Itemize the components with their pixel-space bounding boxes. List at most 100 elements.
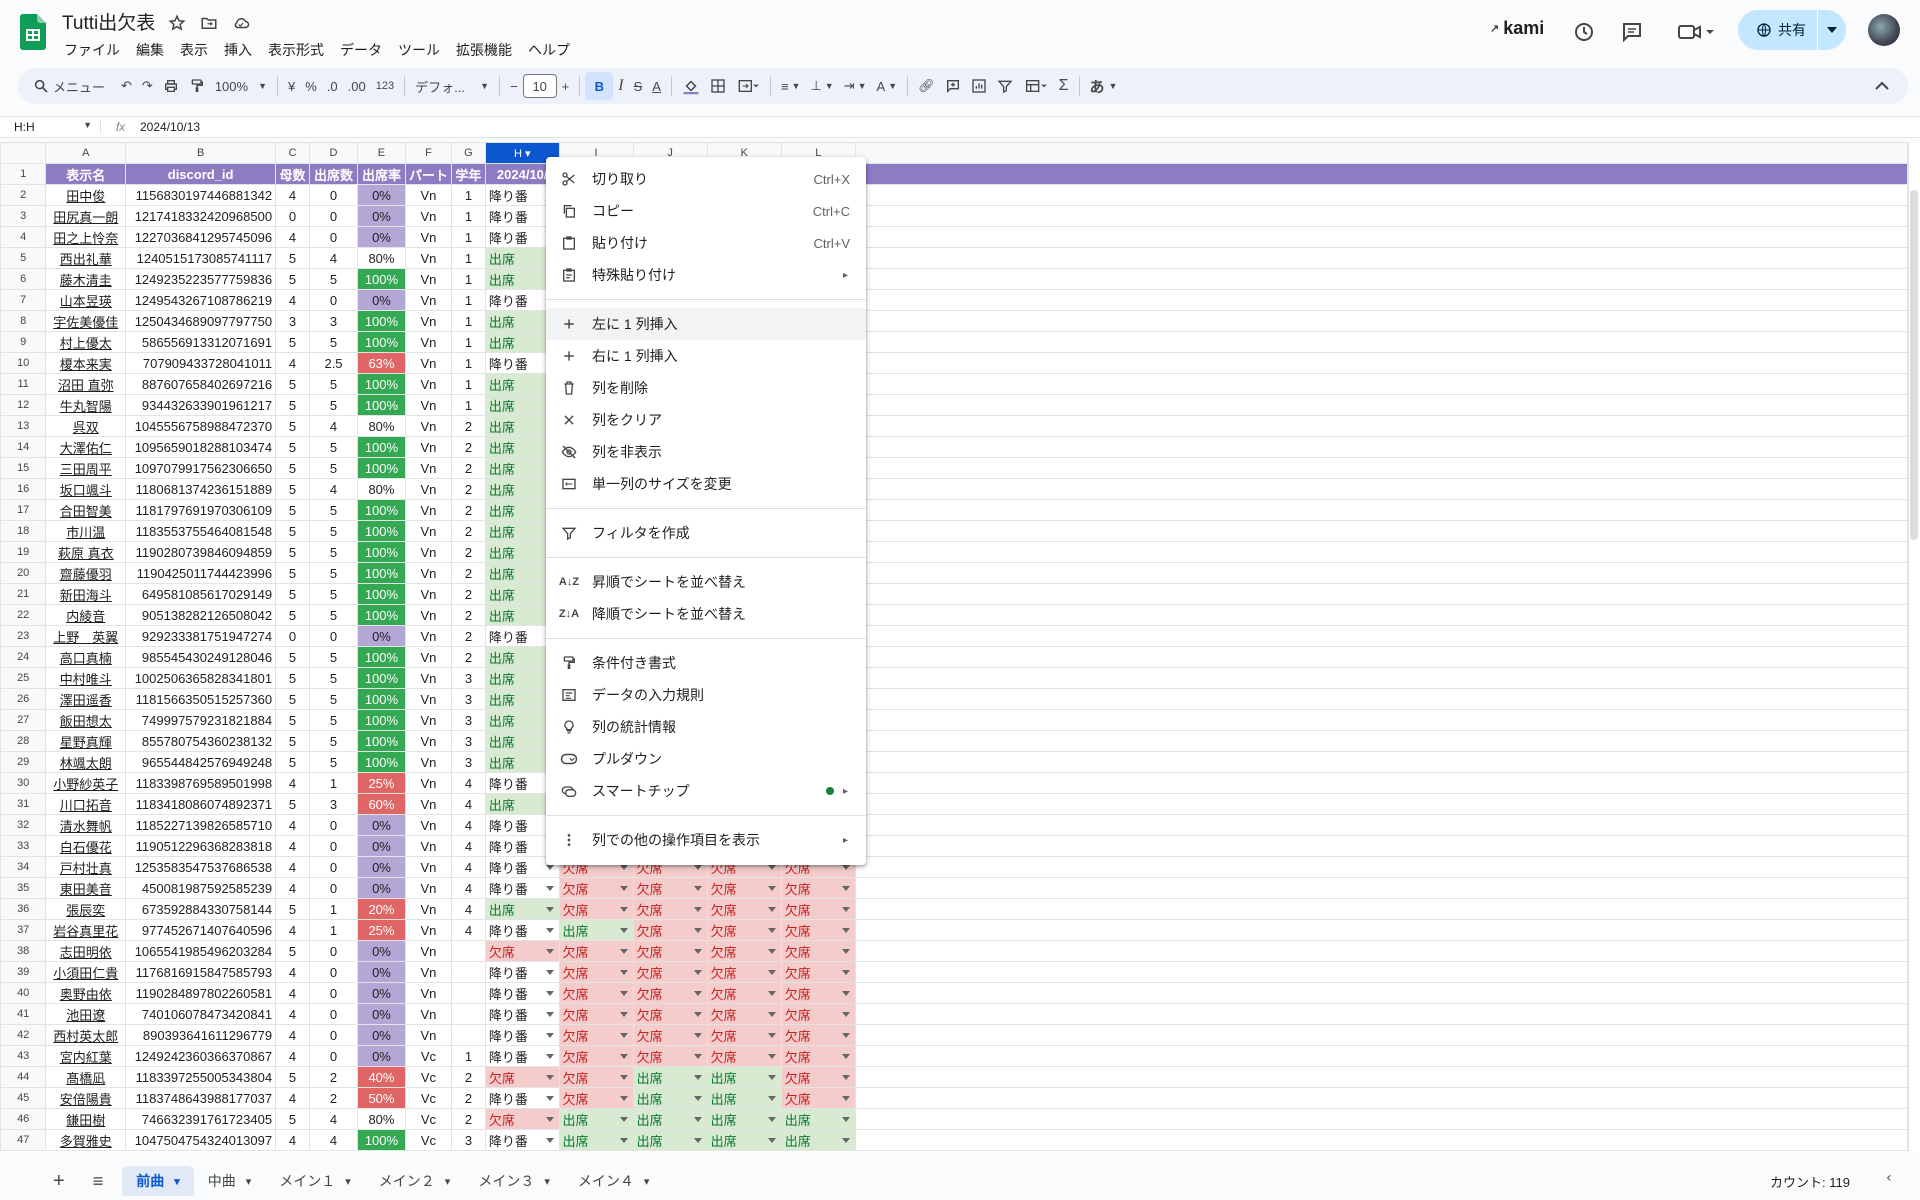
avatar[interactable] — [1868, 14, 1900, 46]
zoom-select[interactable]: 100% ▼ — [210, 72, 272, 100]
grade-cell[interactable]: 2 — [450, 457, 486, 479]
status-cell[interactable]: 欠席 — [706, 1003, 782, 1025]
part-cell[interactable]: Vn — [404, 415, 452, 437]
row-header[interactable]: 34 — [0, 856, 47, 878]
discord-id-cell[interactable]: 1176816915847585793 — [125, 961, 277, 983]
attendance-rate-cell[interactable]: 0% — [356, 814, 406, 836]
row-header[interactable]: 32 — [0, 814, 47, 836]
part-cell[interactable]: Vn — [404, 898, 452, 920]
part-cell[interactable]: Vn — [404, 247, 452, 269]
member-name-cell[interactable]: 沼田 直弥 — [45, 373, 127, 395]
status-cell[interactable]: 出席 — [558, 919, 634, 941]
part-cell[interactable]: Vc — [404, 1066, 452, 1088]
part-cell[interactable]: Vc — [404, 1129, 452, 1151]
attend-count-cell[interactable]: 5 — [309, 562, 358, 584]
discord-id-cell[interactable]: 1045556758988472370 — [125, 415, 277, 437]
part-cell[interactable]: Vn — [404, 835, 452, 857]
attendance-rate-cell[interactable]: 0% — [356, 1003, 406, 1025]
attend-count-cell[interactable]: 5 — [309, 436, 358, 458]
discord-id-cell[interactable]: 1190425011744423996 — [125, 562, 277, 584]
part-cell[interactable]: Vn — [404, 604, 452, 626]
status-cell[interactable]: 出席 — [558, 1129, 634, 1151]
member-name-cell[interactable]: 藤木清圭 — [45, 268, 127, 290]
row-header[interactable]: 42 — [0, 1024, 47, 1046]
total-count-cell[interactable]: 5 — [275, 541, 311, 563]
chevron-down-icon[interactable]: ▾ — [174, 1175, 180, 1188]
total-count-cell[interactable]: 5 — [275, 562, 311, 584]
part-cell[interactable]: Vn — [404, 184, 452, 206]
grade-cell[interactable]: 3 — [450, 751, 486, 773]
paint-format-icon[interactable] — [184, 72, 210, 100]
vertical-align-icon[interactable]: ⊥ ▼ — [805, 72, 838, 100]
row-header[interactable]: 41 — [0, 1003, 47, 1025]
total-count-cell[interactable]: 4 — [275, 814, 311, 836]
grade-cell[interactable]: 2 — [450, 415, 486, 437]
star-icon[interactable] — [166, 12, 188, 34]
member-name-cell[interactable]: 安倍陽貴 — [45, 1087, 127, 1109]
total-count-cell[interactable]: 4 — [275, 856, 311, 878]
status-cell[interactable]: 欠席 — [484, 1108, 560, 1130]
attendance-rate-cell[interactable]: 80% — [356, 247, 406, 269]
grade-cell[interactable]: 1 — [450, 394, 486, 416]
grade-cell[interactable]: 4 — [450, 772, 486, 794]
part-cell[interactable]: Vn — [404, 394, 452, 416]
menu-item-eye-off[interactable]: 列を非表示 — [546, 436, 866, 468]
status-cell[interactable]: 欠席 — [558, 1066, 634, 1088]
status-cell[interactable]: 欠席 — [558, 982, 634, 1004]
status-cell[interactable]: 降り番 — [484, 919, 560, 941]
status-cell[interactable]: 欠席 — [632, 919, 708, 941]
status-cell[interactable]: 欠席 — [780, 1087, 856, 1109]
functions-icon[interactable]: Σ — [1054, 72, 1074, 100]
member-name-cell[interactable]: 東田美音 — [45, 877, 127, 899]
total-count-cell[interactable]: 4 — [275, 289, 311, 311]
insert-chart-icon[interactable] — [966, 72, 992, 100]
member-name-cell[interactable]: 星野真輝 — [45, 730, 127, 752]
discord-id-cell[interactable]: 450081987592585239 — [125, 877, 277, 899]
attend-count-cell[interactable]: 0 — [309, 205, 358, 227]
part-cell[interactable]: Vn — [404, 772, 452, 794]
attendance-rate-cell[interactable]: 0% — [356, 856, 406, 878]
text-rotation-icon[interactable]: A ▼ — [872, 72, 903, 100]
discord-id-cell[interactable]: 1181566350515257360 — [125, 688, 277, 710]
part-cell[interactable]: Vn — [404, 793, 452, 815]
discord-id-cell[interactable]: 1095659018288103474 — [125, 436, 277, 458]
attendance-rate-cell[interactable]: 100% — [356, 562, 406, 584]
status-cell[interactable]: 欠席 — [706, 940, 782, 962]
attendance-rate-cell[interactable]: 100% — [356, 604, 406, 626]
attendance-rate-cell[interactable]: 100% — [356, 709, 406, 731]
attendance-rate-cell[interactable]: 100% — [356, 730, 406, 752]
attend-count-cell[interactable]: 0 — [309, 1003, 358, 1025]
discord-id-cell[interactable]: 1249242360366370867 — [125, 1045, 277, 1067]
sheet-tab[interactable]: メイン４ ▾ — [564, 1166, 664, 1196]
attend-count-cell[interactable]: 5 — [309, 709, 358, 731]
status-cell[interactable]: 欠席 — [706, 877, 782, 899]
attend-count-cell[interactable]: 5 — [309, 499, 358, 521]
part-cell[interactable]: Vn — [404, 877, 452, 899]
row-header[interactable]: 15 — [0, 457, 47, 479]
redo-icon[interactable]: ↷ — [137, 72, 158, 100]
total-count-cell[interactable]: 5 — [275, 1066, 311, 1088]
status-cell[interactable]: 欠席 — [632, 961, 708, 983]
part-cell[interactable]: Vn — [404, 940, 452, 962]
status-cell[interactable]: 出席 — [706, 1129, 782, 1151]
row-header[interactable]: 46 — [0, 1108, 47, 1130]
grade-cell[interactable]: 1 — [450, 1045, 486, 1067]
status-cell[interactable]: 欠席 — [780, 982, 856, 1004]
attend-count-cell[interactable]: 1 — [309, 772, 358, 794]
scrollbar-thumb[interactable] — [1910, 190, 1918, 540]
attendance-rate-cell[interactable]: 0% — [356, 1045, 406, 1067]
row-header[interactable]: 36 — [0, 898, 47, 920]
insert-comment-icon[interactable] — [940, 72, 966, 100]
attend-count-cell[interactable]: 5 — [309, 667, 358, 689]
discord-id-cell[interactable]: 1190284897802260581 — [125, 982, 277, 1004]
part-cell[interactable]: Vn — [404, 310, 452, 332]
column-title[interactable]: 出席率 — [356, 163, 406, 185]
discord-id-cell[interactable]: 1185227139826585710 — [125, 814, 277, 836]
row-header[interactable]: 37 — [0, 919, 47, 941]
member-name-cell[interactable]: 牛丸智陽 — [45, 394, 127, 416]
discord-id-cell[interactable]: 1183397255005343804 — [125, 1066, 277, 1088]
total-count-cell[interactable]: 5 — [275, 373, 311, 395]
grade-cell[interactable] — [450, 961, 486, 983]
share-button[interactable]: 共有 — [1738, 10, 1846, 50]
row-header[interactable]: 12 — [0, 394, 47, 416]
